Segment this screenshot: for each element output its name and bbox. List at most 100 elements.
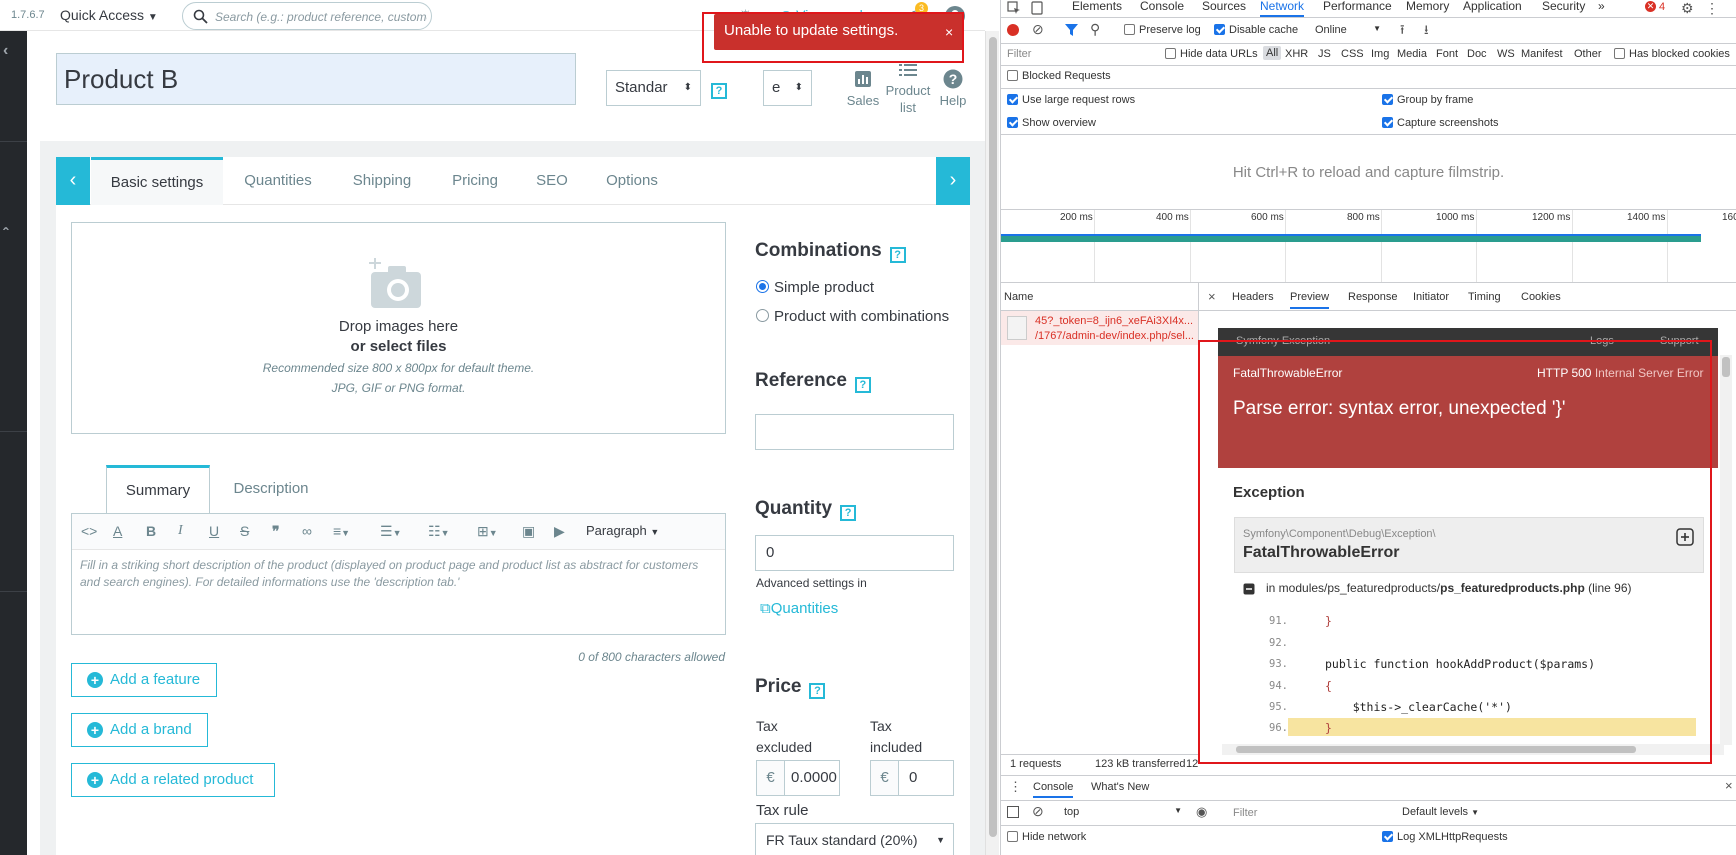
- large-rows-checkbox[interactable]: Use large request rows: [1007, 94, 1135, 106]
- console-filter-input[interactable]: Filter: [1233, 807, 1373, 819]
- context-select[interactable]: top ▼: [1064, 806, 1182, 818]
- detail-tab-cookies[interactable]: Cookies: [1521, 291, 1561, 303]
- help-icon[interactable]: ?: [854, 377, 871, 393]
- tab-summary[interactable]: Summary: [106, 465, 210, 514]
- select-files-link[interactable]: or select files: [71, 338, 726, 355]
- price-excl-input[interactable]: €0.0000: [756, 760, 840, 796]
- drawer-tab-whats-new[interactable]: What's New: [1091, 781, 1149, 793]
- numbered-list-icon[interactable]: ☷▼: [428, 523, 449, 541]
- network-filter-input[interactable]: Filter: [1007, 48, 1157, 60]
- record-button[interactable]: [1007, 24, 1019, 36]
- type-filter-manifest[interactable]: Manifest: [1521, 48, 1563, 60]
- tabs-prev-button[interactable]: ‹: [56, 157, 90, 205]
- devtools-tab-security[interactable]: Security: [1542, 0, 1585, 17]
- type-filter-all[interactable]: All: [1263, 46, 1282, 60]
- detail-tab-headers[interactable]: Headers: [1232, 291, 1274, 303]
- quantities-link[interactable]: ⧉Quantities: [760, 600, 838, 617]
- settings-gear-icon[interactable]: ⚙: [1681, 0, 1694, 17]
- throttling-select[interactable]: Online ▼: [1315, 24, 1381, 36]
- close-icon[interactable]: ×: [1725, 778, 1733, 793]
- hide-data-urls-checkbox[interactable]: Hide data URLs: [1165, 48, 1258, 60]
- paragraph-select[interactable]: Paragraph ▼: [586, 523, 659, 540]
- drawer-menu-icon[interactable]: ⋮: [1009, 779, 1022, 795]
- devtools-tab-console[interactable]: Console: [1140, 0, 1184, 17]
- table-icon[interactable]: ⊞▼: [477, 523, 498, 541]
- detail-tab-preview[interactable]: Preview: [1290, 291, 1330, 309]
- search-icon[interactable]: ⚲: [1090, 21, 1100, 38]
- underline-icon[interactable]: U: [209, 523, 219, 539]
- bullet-list-icon[interactable]: ☰▼: [380, 523, 401, 541]
- log-xhr-checkbox[interactable]: Log XMLHttpRequests: [1382, 831, 1508, 843]
- sidebar-toggle-icon[interactable]: [1007, 806, 1019, 818]
- combinations-radio[interactable]: Product with combinations: [756, 308, 949, 325]
- type-filter-other[interactable]: Other: [1574, 48, 1602, 60]
- tab-quantities[interactable]: Quantities: [230, 157, 326, 205]
- vertical-scrollbar[interactable]: [1720, 355, 1732, 745]
- product-type-select[interactable]: Standar ⬍: [606, 70, 701, 106]
- type-filter-media[interactable]: Media: [1397, 48, 1427, 60]
- simple-product-radio[interactable]: Simple product: [756, 279, 874, 296]
- kebab-menu-icon[interactable]: ⋮: [1705, 0, 1719, 17]
- text-color-icon[interactable]: A: [113, 523, 122, 539]
- product-list-button[interactable]: Product list: [884, 62, 932, 116]
- strikethrough-icon[interactable]: S: [240, 523, 249, 539]
- tab-description[interactable]: Description: [216, 465, 326, 514]
- drawer-tab-console[interactable]: Console: [1033, 781, 1074, 798]
- show-overview-checkbox[interactable]: Show overview: [1007, 117, 1096, 129]
- export-har-icon[interactable]: ⭳: [1424, 21, 1429, 43]
- devtools-more-tabs[interactable]: »: [1598, 0, 1605, 17]
- detail-tab-initiator[interactable]: Initiator: [1413, 291, 1449, 303]
- add-feature-button[interactable]: + Add a feature: [71, 663, 217, 697]
- inspect-icon[interactable]: [1007, 1, 1021, 15]
- italic-icon[interactable]: I: [178, 523, 183, 539]
- detail-tab-timing[interactable]: Timing: [1468, 291, 1501, 303]
- help-icon[interactable]: ?: [840, 505, 857, 521]
- search-input[interactable]: Search (e.g.: product reference, custome: [182, 2, 432, 30]
- devtools-tab-sources[interactable]: Sources: [1202, 0, 1246, 17]
- type-filter-js[interactable]: JS: [1318, 48, 1331, 60]
- filter-icon[interactable]: [1065, 24, 1078, 36]
- tab-seo[interactable]: SEO: [528, 157, 576, 205]
- detail-tab-response[interactable]: Response: [1348, 291, 1398, 303]
- device-toggle-icon[interactable]: [1031, 1, 1043, 15]
- sales-button[interactable]: Sales: [843, 70, 883, 109]
- tax-rule-select[interactable]: FR Taux standard (20%) ▼: [755, 823, 954, 855]
- tab-pricing[interactable]: Pricing: [440, 157, 510, 205]
- add-related-product-button[interactable]: + Add a related product: [71, 763, 275, 797]
- quantity-input[interactable]: 0: [755, 535, 954, 571]
- link-icon[interactable]: ∞: [302, 523, 312, 539]
- help-icon[interactable]: ?: [809, 683, 826, 699]
- has-blocked-cookies-checkbox[interactable]: Has blocked cookies: [1614, 48, 1736, 60]
- clear-icon[interactable]: ⊘: [1032, 21, 1044, 38]
- tabs-next-button[interactable]: ›: [936, 157, 970, 205]
- devtools-tab-performance[interactable]: Performance: [1323, 0, 1392, 17]
- chevron-left-icon[interactable]: ‹: [3, 43, 8, 59]
- devtools-tab-application[interactable]: Application: [1463, 0, 1522, 17]
- help-icon[interactable]: ?: [711, 83, 727, 99]
- type-filter-ws[interactable]: WS: [1497, 48, 1515, 60]
- align-icon[interactable]: ≡▼: [333, 523, 350, 541]
- quick-access-dropdown[interactable]: Quick Access ▼: [60, 7, 158, 23]
- capture-screenshots-checkbox[interactable]: Capture screenshots: [1382, 117, 1499, 129]
- blockquote-icon[interactable]: ❞: [272, 523, 280, 539]
- disable-cache-checkbox[interactable]: Disable cache: [1214, 24, 1298, 36]
- bold-icon[interactable]: B: [146, 523, 156, 539]
- image-icon[interactable]: ▣: [522, 523, 535, 539]
- devtools-tab-network[interactable]: Network: [1260, 0, 1305, 17]
- media-icon[interactable]: ▶: [554, 523, 565, 539]
- chevron-up-icon[interactable]: ˆ: [3, 227, 8, 243]
- price-incl-input[interactable]: €0: [870, 760, 954, 796]
- reference-input[interactable]: [755, 414, 954, 450]
- group-by-frame-checkbox[interactable]: Group by frame: [1382, 94, 1473, 106]
- devtools-tab-elements[interactable]: Elements: [1072, 0, 1122, 17]
- page-scrollbar[interactable]: [985, 31, 999, 855]
- type-filter-doc[interactable]: Doc: [1467, 48, 1487, 60]
- tab-shipping[interactable]: Shipping: [340, 157, 424, 205]
- log-levels-select[interactable]: Default levels ▼: [1402, 806, 1479, 818]
- product-name-input[interactable]: Product B: [56, 53, 576, 105]
- help-icon[interactable]: ?: [889, 247, 906, 263]
- hide-network-checkbox[interactable]: Hide network: [1007, 831, 1086, 843]
- add-brand-button[interactable]: + Add a brand: [71, 713, 208, 747]
- blocked-requests-checkbox[interactable]: Blocked Requests: [1007, 70, 1111, 82]
- preserve-log-checkbox[interactable]: Preserve log: [1124, 24, 1201, 36]
